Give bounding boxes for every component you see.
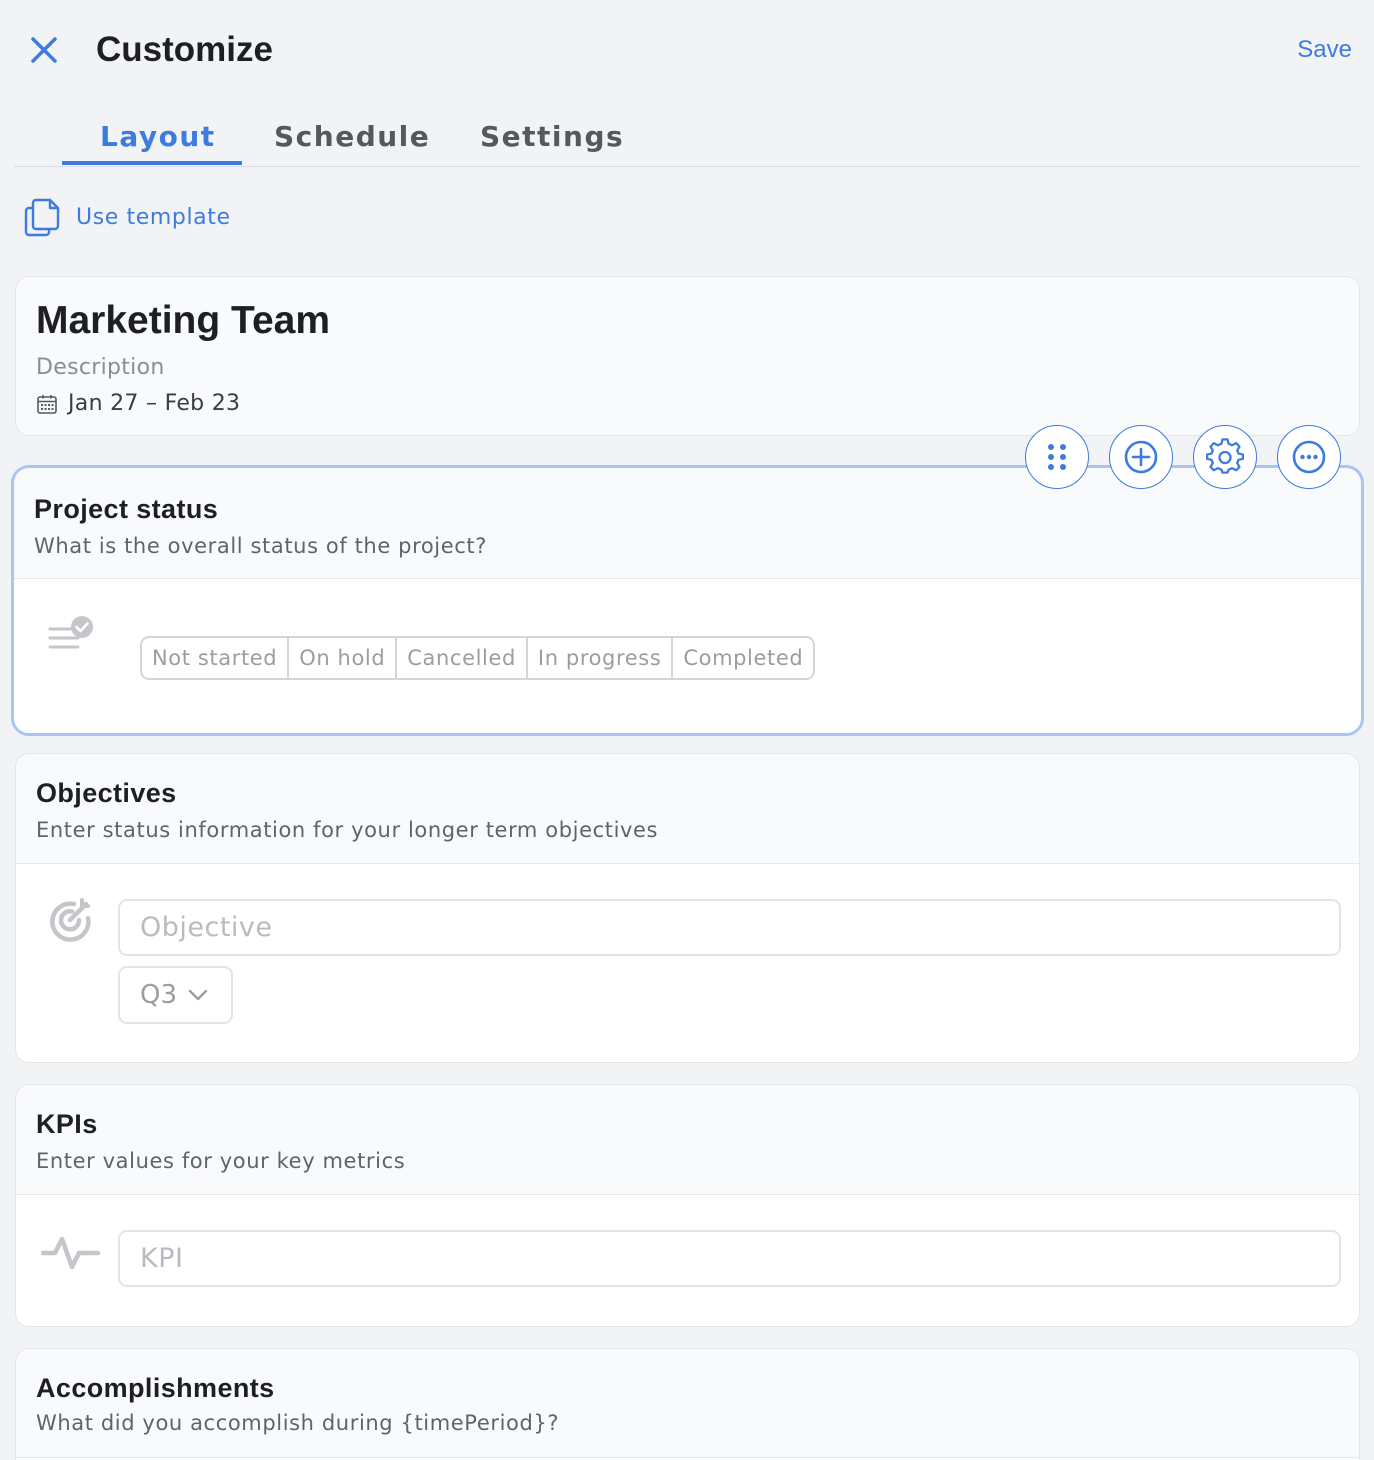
- section-title: Project status: [34, 494, 219, 524]
- more-options-button[interactable]: [1277, 425, 1341, 489]
- status-option-on-hold[interactable]: On hold: [289, 638, 398, 678]
- header: Customize Save: [0, 0, 1374, 100]
- status-option-in-progress[interactable]: In progress: [528, 638, 674, 678]
- objective-input[interactable]: [120, 901, 1339, 954]
- section-body: Not started On hold Cancelled In progres…: [14, 578, 1361, 733]
- report-header-card[interactable]: Marketing Team Description Jan 27 – Feb …: [15, 276, 1360, 436]
- drag-handle-button[interactable]: [1025, 425, 1089, 489]
- section-title: Objectives: [36, 778, 177, 808]
- section-body: Q3: [16, 863, 1359, 1062]
- copy-document-icon: [24, 198, 60, 237]
- calendar-icon: [37, 394, 57, 414]
- customize-screen: Customize Save Layout Schedule Settings …: [0, 0, 1374, 1460]
- section-divider: [16, 1457, 1359, 1458]
- tab-schedule[interactable]: Schedule: [274, 120, 430, 153]
- quarter-value: Q3: [140, 980, 178, 1010]
- section-body: [16, 1194, 1359, 1326]
- section-settings-button[interactable]: [1193, 425, 1257, 489]
- save-button[interactable]: Save: [1297, 36, 1352, 64]
- target-icon: [50, 898, 91, 942]
- date-range-text: Jan 27 – Feb 23: [68, 391, 241, 416]
- use-template-link[interactable]: Use template: [22, 196, 231, 238]
- tab-settings[interactable]: Settings: [480, 120, 624, 153]
- kpi-input[interactable]: [120, 1232, 1339, 1285]
- objectives-section[interactable]: Objectives Enter status information for …: [15, 753, 1360, 1063]
- drag-handle-icon: [1048, 444, 1066, 470]
- chevron-down-icon: [188, 989, 208, 1001]
- kpi-field-wrapper: [118, 1230, 1341, 1287]
- section-subtitle: Enter values for your key metrics: [36, 1149, 406, 1173]
- status-list-icon: [48, 616, 93, 649]
- status-option-not-started[interactable]: Not started: [142, 638, 290, 678]
- close-button[interactable]: [26, 32, 62, 68]
- report-description[interactable]: Description: [36, 355, 165, 380]
- status-option-cancelled[interactable]: Cancelled: [397, 638, 528, 678]
- section-title: Accomplishments: [36, 1373, 275, 1403]
- section-subtitle: What did you accomplish during {timePeri…: [36, 1411, 560, 1435]
- more-icon: [1292, 440, 1326, 474]
- status-option-completed[interactable]: Completed: [673, 638, 813, 678]
- close-icon: [31, 37, 57, 63]
- quarter-select[interactable]: Q3: [118, 966, 233, 1024]
- section-subtitle: What is the overall status of the projec…: [34, 534, 487, 558]
- active-tab-indicator: [62, 161, 242, 165]
- kpis-section[interactable]: KPIs Enter values for your key metrics: [15, 1084, 1360, 1327]
- tab-bar: Layout Schedule Settings: [14, 108, 1361, 167]
- report-title[interactable]: Marketing Team: [36, 299, 330, 343]
- section-title: KPIs: [36, 1109, 98, 1139]
- status-segmented-control: Not started On hold Cancelled In progres…: [140, 636, 816, 680]
- use-template-label: Use template: [76, 204, 231, 230]
- section-subtitle: Enter status information for your longer…: [36, 818, 659, 842]
- gear-icon: [1206, 438, 1244, 474]
- tab-layout[interactable]: Layout: [100, 120, 216, 153]
- objective-field-wrapper: [118, 899, 1341, 956]
- page-title: Customize: [96, 30, 273, 69]
- pulse-icon: [41, 1236, 101, 1270]
- report-date-range: Jan 27 – Feb 23: [36, 391, 240, 416]
- add-circle-icon: [1124, 440, 1158, 474]
- add-section-button[interactable]: [1109, 425, 1173, 489]
- accomplishments-section[interactable]: Accomplishments What did you accomplish …: [15, 1348, 1360, 1460]
- project-status-section[interactable]: Project status What is the overall statu…: [11, 465, 1364, 736]
